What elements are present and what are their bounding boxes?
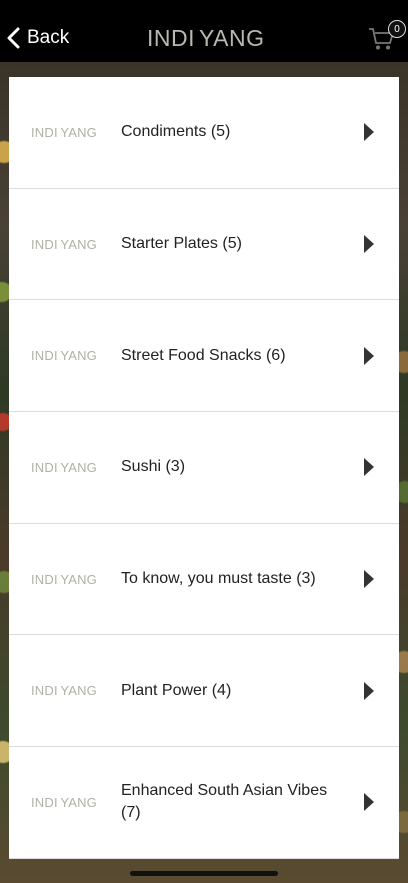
category-logo-left: INDI	[31, 794, 58, 810]
play-arrow-icon	[364, 346, 374, 365]
chevron-left-icon	[7, 27, 20, 49]
category-logo: INDI YANG	[31, 233, 97, 255]
category-logo: INDI YANG	[31, 345, 97, 367]
play-arrow-icon	[364, 681, 374, 700]
category-logo-left: INDI	[31, 459, 58, 475]
logo-text-left: INDI	[147, 24, 195, 51]
play-arrow-icon	[364, 793, 374, 812]
logo-emblem-icon	[58, 690, 60, 692]
category-logo: INDI YANG	[31, 680, 97, 702]
category-label: To know, you must taste (3)	[121, 570, 316, 588]
category-logo-left: INDI	[31, 683, 58, 699]
category-logo-right: YANG	[60, 459, 97, 475]
category-label: Starter Plates (5)	[121, 235, 242, 253]
category-row[interactable]: INDI YANG Condiments (5)	[9, 77, 399, 189]
category-row[interactable]: INDI YANG Starter Plates (5)	[9, 188, 399, 301]
logo-emblem-icon	[58, 802, 60, 803]
logo-emblem-icon	[58, 578, 60, 580]
cart-button[interactable]: 0	[368, 20, 406, 54]
category-logo-left: INDI	[31, 236, 58, 252]
logo-emblem-icon	[58, 355, 60, 356]
back-button[interactable]: Back	[6, 22, 69, 54]
back-label: Back	[27, 27, 70, 48]
category-logo: INDI YANG	[31, 456, 97, 478]
top-bar: Back INDI YANG 0	[0, 0, 408, 62]
play-arrow-icon	[364, 235, 374, 254]
category-label: Sushi (3)	[121, 458, 186, 476]
category-logo-left: INDI	[31, 571, 58, 587]
category-logo-left: INDI	[31, 124, 58, 140]
category-label: Street Food Snacks (6)	[121, 346, 286, 364]
cart-count-badge: 0	[388, 20, 406, 38]
category-row[interactable]: INDI YANG Street Food Snacks (6)	[9, 300, 399, 413]
logo-text-right: YANG	[199, 24, 265, 51]
category-label: Plant Power (4)	[121, 681, 232, 699]
category-logo-right: YANG	[60, 124, 97, 140]
category-row[interactable]: INDI YANG To know, you must taste (3)	[9, 523, 399, 636]
category-logo-right: YANG	[60, 683, 97, 699]
home-indicator[interactable]	[130, 871, 278, 876]
play-arrow-icon	[364, 570, 374, 589]
category-label: Condiments (5)	[121, 123, 231, 141]
category-logo: INDI YANG	[31, 121, 97, 143]
category-logo: INDI YANG	[31, 791, 97, 813]
category-logo-right: YANG	[60, 794, 97, 810]
play-arrow-icon	[364, 123, 374, 142]
play-arrow-icon	[364, 458, 374, 477]
category-row[interactable]: INDI YANG Plant Power (4)	[9, 635, 399, 748]
category-logo-right: YANG	[60, 571, 97, 587]
category-logo-right: YANG	[60, 236, 97, 252]
brand-logo: INDI YANG	[147, 22, 265, 54]
category-label: Enhanced South Asian Vibes (7)	[121, 782, 328, 822]
logo-emblem-icon	[58, 132, 60, 133]
category-logo-left: INDI	[31, 348, 58, 364]
category-row[interactable]: INDI YANG Enhanced South Asian Vibes (7)	[9, 747, 399, 859]
category-list: INDI YANG Condiments (5) INDI YANG Starter Pl…	[9, 77, 399, 859]
category-logo-right: YANG	[60, 348, 97, 364]
category-row[interactable]: INDI YANG Sushi (3)	[9, 412, 399, 524]
category-logo: INDI YANG	[31, 568, 97, 590]
logo-emblem-icon	[58, 467, 60, 468]
logo-emblem-icon	[58, 243, 60, 245]
